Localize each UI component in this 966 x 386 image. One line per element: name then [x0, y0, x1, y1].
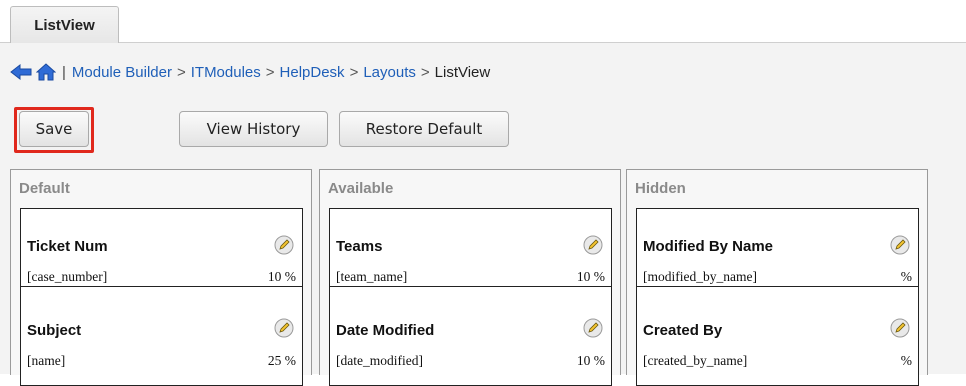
field-key: [modified_by_name]	[643, 269, 757, 284]
breadcrumb-module-builder[interactable]: Module Builder	[72, 64, 172, 81]
pencil-edit-icon[interactable]	[583, 235, 603, 255]
home-icon[interactable]	[36, 63, 56, 81]
breadcrumb: | Module Builder > ITModules > HelpDesk …	[10, 61, 490, 83]
breadcrumb-current: ListView	[434, 63, 491, 81]
breadcrumb-separator: >	[176, 63, 186, 81]
field-name: Created By	[643, 322, 723, 339]
field-card-teams[interactable]: Teams [team_name] 10 %	[329, 208, 612, 294]
panel-default: Default Ticket Num [case_number] 10 % Su…	[10, 169, 312, 386]
panel-available: Available Teams [team_name] 10 % Date Mo…	[319, 169, 621, 386]
field-name: Ticket Num	[27, 238, 108, 255]
field-width: 25 %	[267, 353, 296, 368]
restore-default-button[interactable]: Restore Default	[339, 111, 509, 147]
field-card-ticket-num[interactable]: Ticket Num [case_number] 10 %	[20, 208, 303, 294]
save-button[interactable]: Save	[19, 111, 89, 147]
field-card-date-modified[interactable]: Date Modified [date_modified] 10 %	[329, 286, 612, 386]
pencil-edit-icon[interactable]	[274, 318, 294, 338]
field-card-created-by[interactable]: Created By [created_by_name] %	[636, 286, 919, 386]
breadcrumb-separator: >	[265, 63, 275, 81]
panel-title: Hidden	[635, 180, 686, 197]
field-card-subject[interactable]: Subject [name] 25 %	[20, 286, 303, 386]
breadcrumb-separator: >	[349, 63, 359, 81]
field-key: [date_modified]	[336, 353, 423, 368]
field-width: 10 %	[576, 353, 605, 368]
field-name: Teams	[336, 238, 383, 255]
back-arrow-icon[interactable]	[10, 64, 32, 80]
breadcrumb-helpdesk[interactable]: HelpDesk	[280, 64, 345, 81]
field-width: 10 %	[576, 269, 605, 284]
pencil-edit-icon[interactable]	[274, 235, 294, 255]
breadcrumb-separator: >	[420, 63, 430, 81]
field-name: Subject	[27, 322, 82, 339]
tab-listview[interactable]: ListView	[10, 6, 119, 44]
field-name: Date Modified	[336, 322, 435, 339]
tab-strip: ListView	[0, 0, 966, 44]
field-key: [name]	[27, 353, 66, 368]
breadcrumb-bar: |	[62, 63, 66, 81]
field-width: 10 %	[267, 269, 296, 284]
pencil-edit-icon[interactable]	[890, 235, 910, 255]
field-key: [case_number]	[27, 269, 108, 284]
view-history-button[interactable]: View History	[179, 111, 328, 147]
pencil-edit-icon[interactable]	[583, 318, 603, 338]
panel-hidden: Hidden Modified By Name [modified_by_nam…	[626, 169, 928, 386]
field-width: %	[900, 269, 912, 284]
field-key: [team_name]	[336, 269, 408, 284]
field-width: %	[900, 353, 912, 368]
field-key: [created_by_name]	[643, 353, 748, 368]
breadcrumb-itmodules[interactable]: ITModules	[191, 64, 261, 81]
panel-title: Default	[19, 180, 70, 197]
panel-title: Available	[328, 180, 394, 197]
breadcrumb-layouts[interactable]: Layouts	[363, 64, 416, 81]
pencil-edit-icon[interactable]	[890, 318, 910, 338]
field-name: Modified By Name	[643, 238, 774, 255]
field-card-modified-by-name[interactable]: Modified By Name [modified_by_name] %	[636, 208, 919, 294]
